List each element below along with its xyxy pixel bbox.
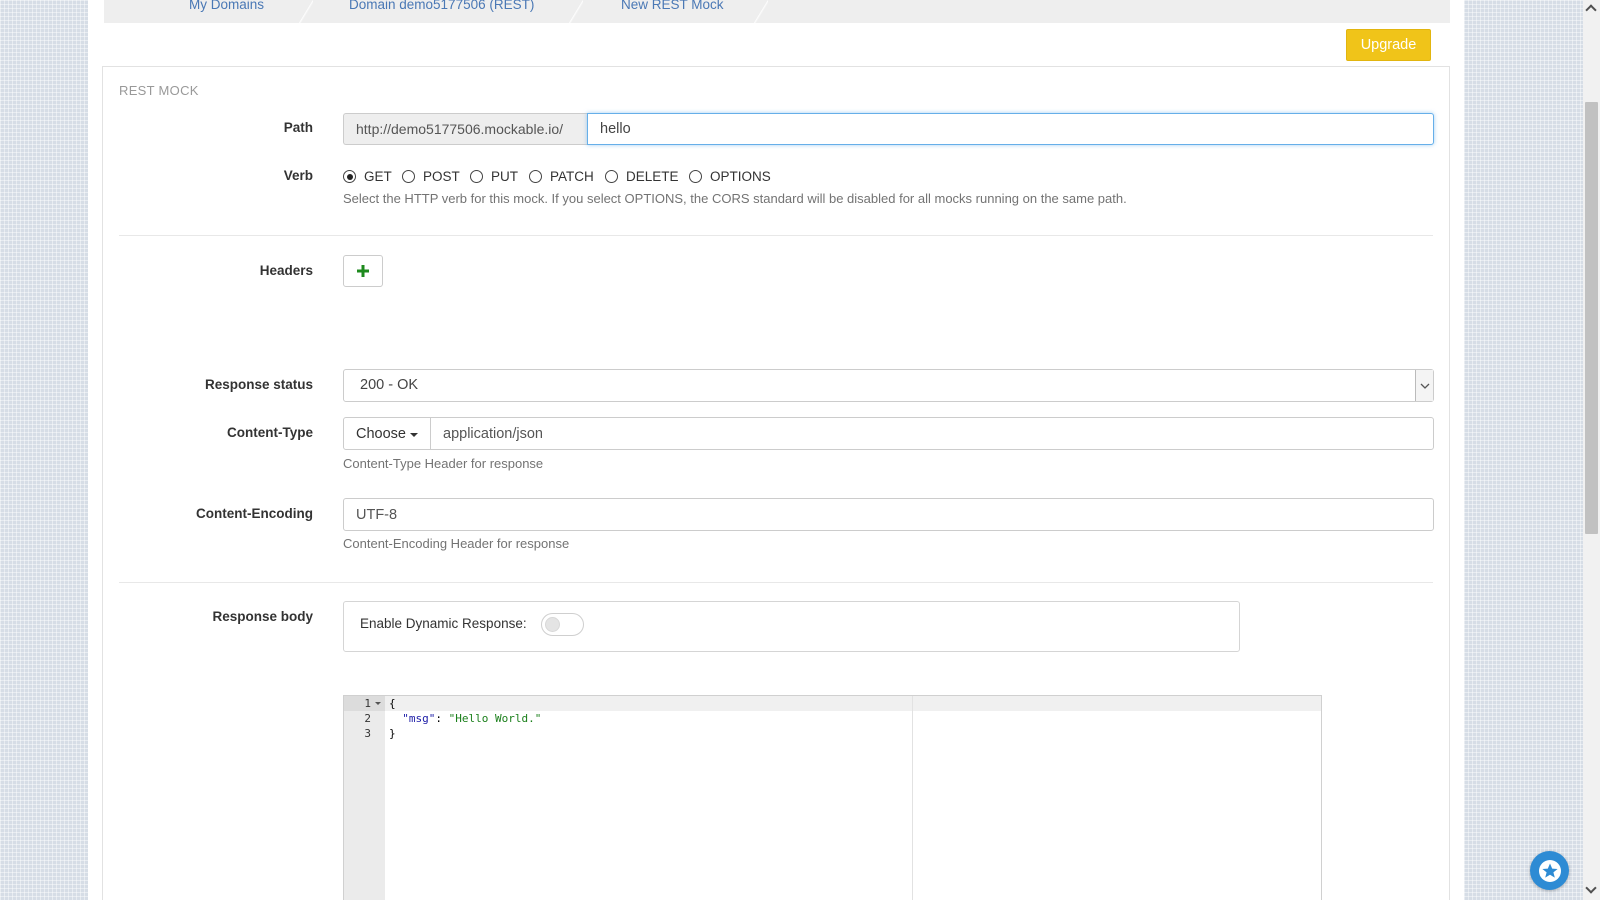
choose-label: Choose	[356, 425, 406, 442]
json-separator: :	[435, 712, 449, 725]
radio-checked-icon[interactable]	[343, 170, 356, 183]
path-prefix: http://demo5177506.mockable.io/	[343, 113, 588, 145]
breadcrumb-separator	[299, 0, 313, 23]
code-line: {	[389, 697, 396, 710]
editor-gutter: 1 2 3	[344, 696, 385, 900]
breadcrumb-item-domain[interactable]: Domain demo5177506 (REST)	[349, 0, 534, 12]
path-input[interactable]	[587, 113, 1434, 145]
divider	[119, 582, 1433, 583]
print-margin	[912, 696, 913, 900]
line-number: 3	[364, 727, 371, 740]
content-encoding-label: Content-Encoding	[196, 506, 313, 521]
json-string-value: "Hello World."	[448, 712, 542, 725]
dynamic-response-toggle[interactable]	[541, 613, 584, 636]
verb-option-label: DELETE	[626, 169, 679, 184]
content-type-label: Content-Type	[227, 425, 313, 440]
plus-icon	[357, 265, 369, 277]
scroll-up-icon[interactable]	[1585, 4, 1597, 16]
breadcrumb-item-my-domains[interactable]: My Domains	[189, 0, 264, 12]
content-type-choose-button[interactable]: Choose	[343, 417, 431, 450]
response-status-select[interactable]: 200 - OK	[343, 369, 1434, 402]
verb-option-put[interactable]: PUT	[470, 169, 518, 184]
headers-label: Headers	[259, 263, 313, 278]
toggle-knob	[545, 617, 560, 632]
verb-label: Verb	[283, 168, 313, 183]
divider	[119, 235, 1433, 236]
scroll-thumb[interactable]	[1585, 102, 1598, 534]
verb-option-post[interactable]: POST	[402, 169, 460, 184]
upgrade-button[interactable]: Upgrade	[1346, 29, 1431, 61]
add-header-button[interactable]	[343, 255, 383, 287]
radio-unchecked-icon[interactable]	[402, 170, 415, 183]
verb-option-get[interactable]: GET	[343, 169, 392, 184]
verb-option-label: PATCH	[550, 169, 594, 184]
breadcrumb-separator	[754, 0, 768, 23]
verb-option-label: POST	[423, 169, 460, 184]
response-body-editor[interactable]: 1 2 3 { "msg": "Hello World." }	[343, 695, 1322, 900]
breadcrumb-item-new-rest-mock[interactable]: New REST Mock	[621, 0, 724, 12]
radio-unchecked-icon[interactable]	[470, 170, 483, 183]
response-status-label: Response status	[204, 377, 313, 392]
editor-code: { "msg": "Hello World." }	[389, 696, 541, 741]
page-scrollbar[interactable]	[1583, 0, 1600, 900]
page-container: My Domains Domain demo5177506 (REST) New…	[88, 0, 1464, 900]
content-encoding-help: Content-Encoding Header for response	[343, 536, 570, 551]
verb-option-label: OPTIONS	[710, 169, 771, 184]
line-number: 2	[364, 712, 371, 725]
verb-option-label: GET	[364, 169, 392, 184]
fold-arrow-icon[interactable]	[375, 702, 381, 705]
dynamic-response-box: Enable Dynamic Response:	[343, 601, 1240, 652]
verb-option-patch[interactable]: PATCH	[529, 169, 594, 184]
chevron-down-icon[interactable]	[1415, 370, 1433, 401]
floating-star-button[interactable]	[1530, 851, 1569, 890]
response-body-label: Response body	[212, 609, 313, 624]
content-type-help: Content-Type Header for response	[343, 456, 544, 471]
radio-unchecked-icon[interactable]	[529, 170, 542, 183]
verb-option-label: PUT	[491, 169, 518, 184]
radio-unchecked-icon[interactable]	[605, 170, 618, 183]
verb-option-delete[interactable]: DELETE	[605, 169, 679, 184]
breadcrumb-separator	[569, 0, 583, 23]
verb-help-text: Select the HTTP verb for this mock. If y…	[343, 191, 1127, 206]
response-status-value: 200 - OK	[360, 377, 419, 393]
breadcrumb: My Domains Domain demo5177506 (REST) New…	[104, 0, 1450, 23]
line-number: 1	[344, 696, 385, 711]
scroll-down-icon[interactable]	[1585, 882, 1597, 894]
radio-unchecked-icon[interactable]	[689, 170, 702, 183]
code-line: "msg": "Hello World."	[389, 711, 541, 726]
rest-mock-panel: REST MOCK Path http://demo5177506.mockab…	[102, 66, 1450, 900]
verb-option-options[interactable]: OPTIONS	[689, 169, 771, 184]
content-type-input[interactable]	[430, 417, 1434, 450]
json-key: "msg"	[402, 712, 436, 725]
code-line: }	[389, 727, 396, 740]
path-label: Path	[283, 120, 313, 135]
panel-title: REST MOCK	[119, 83, 199, 98]
content-encoding-input[interactable]	[343, 498, 1434, 531]
star-icon	[1538, 859, 1561, 882]
dynamic-response-label: Enable Dynamic Response:	[360, 616, 527, 631]
caret-down-icon	[409, 432, 418, 437]
